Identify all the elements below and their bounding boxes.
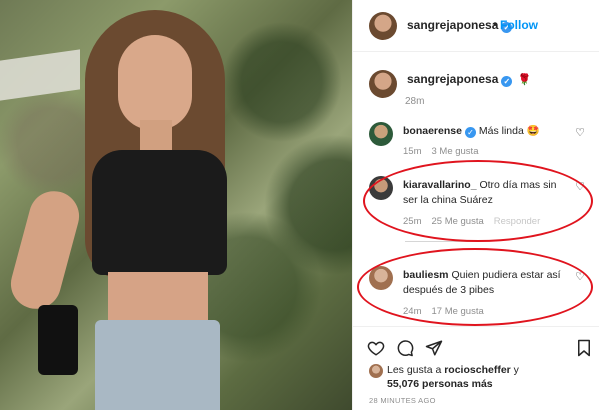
likes-summary: Les gusta a rocioscheffer y 55,076 perso… — [353, 362, 599, 392]
view-replies-line[interactable] — [405, 241, 480, 242]
comment-likes[interactable]: 3 Me gusta — [431, 146, 478, 157]
comment-text: Más linda 🤩 — [478, 125, 540, 137]
comment-time[interactable]: 24m — [403, 306, 421, 317]
comment-username[interactable]: bauliesm — [403, 269, 449, 281]
post-photo[interactable] — [0, 0, 352, 410]
woman-midriff — [108, 272, 208, 324]
avatar[interactable] — [369, 12, 397, 40]
avatar[interactable] — [369, 364, 383, 378]
avatar[interactable] — [369, 266, 393, 290]
caption-username-text[interactable]: sangrejaponesa — [407, 72, 498, 86]
likes-line: Les gusta a rocioscheffer y — [387, 364, 519, 376]
caption-time: 28m — [405, 96, 425, 107]
comment-body: bonaerense ✓ Más linda 🤩 — [403, 124, 573, 139]
likes-user[interactable]: rocioscheffer — [444, 364, 511, 376]
header-username-text[interactable]: sangrejaponesa — [407, 18, 498, 32]
post-caption: sangrejaponesa ✓ 🌹 28m — [353, 60, 599, 110]
like-comment-icon[interactable]: ♡ — [574, 181, 586, 193]
verified-icon: ✓ — [501, 76, 513, 87]
avatar[interactable] — [369, 122, 393, 146]
verified-icon: ✓ — [464, 127, 476, 138]
woman-black-top — [92, 150, 227, 275]
share-icon[interactable] — [425, 339, 443, 357]
save-icon[interactable] — [575, 339, 593, 357]
comment-time[interactable]: 15m — [403, 146, 421, 157]
comment-reply-button[interactable]: Responder — [494, 216, 540, 227]
comment-time[interactable]: 25m — [403, 216, 421, 227]
like-comment-icon[interactable]: ♡ — [574, 271, 586, 283]
avatar[interactable] — [369, 70, 397, 98]
woman-face — [118, 35, 192, 130]
comment-username[interactable]: kiaravallarino_ — [403, 179, 477, 191]
comment-meta: 15m 3 Me gusta — [403, 146, 488, 157]
caption-username[interactable]: sangrejaponesa ✓ 🌹 — [407, 72, 531, 87]
post-timestamp[interactable]: 28 MINUTES AGO — [369, 396, 436, 405]
avatar[interactable] — [369, 176, 393, 200]
like-comment-icon[interactable]: ♡ — [574, 127, 586, 139]
woman-jeans — [95, 320, 220, 410]
comment-body: kiaravallarino_ Otro día mas sin ser la … — [403, 178, 573, 208]
follow-button[interactable]: Follow — [500, 18, 538, 32]
header-separator: • — [493, 17, 498, 31]
comment-meta: 25m 25 Me gusta Responder — [403, 216, 550, 227]
likes-count[interactable]: 55,076 personas más — [387, 378, 493, 390]
black-bag — [38, 305, 78, 375]
comment-likes[interactable]: 25 Me gusta — [431, 216, 483, 227]
heart-icon[interactable] — [367, 339, 385, 357]
likes-prefix: Les gusta a — [387, 364, 442, 376]
post-header: sangrejaponesa ✓ • Follow — [353, 0, 599, 52]
post-sidebar: sangrejaponesa ✓ • Follow sangrejaponesa ✓… — [352, 0, 599, 410]
comment-username[interactable]: bonaerense — [403, 125, 462, 137]
comment-likes[interactable]: 17 Me gusta — [431, 306, 483, 317]
rose-emoji: 🌹 — [517, 74, 532, 86]
likes-suffix: y — [513, 364, 519, 376]
comment-icon[interactable] — [396, 339, 414, 357]
comment-body: bauliesm Quien pudiera estar así después… — [403, 268, 573, 298]
comment-meta: 24m 17 Me gusta — [403, 306, 494, 317]
